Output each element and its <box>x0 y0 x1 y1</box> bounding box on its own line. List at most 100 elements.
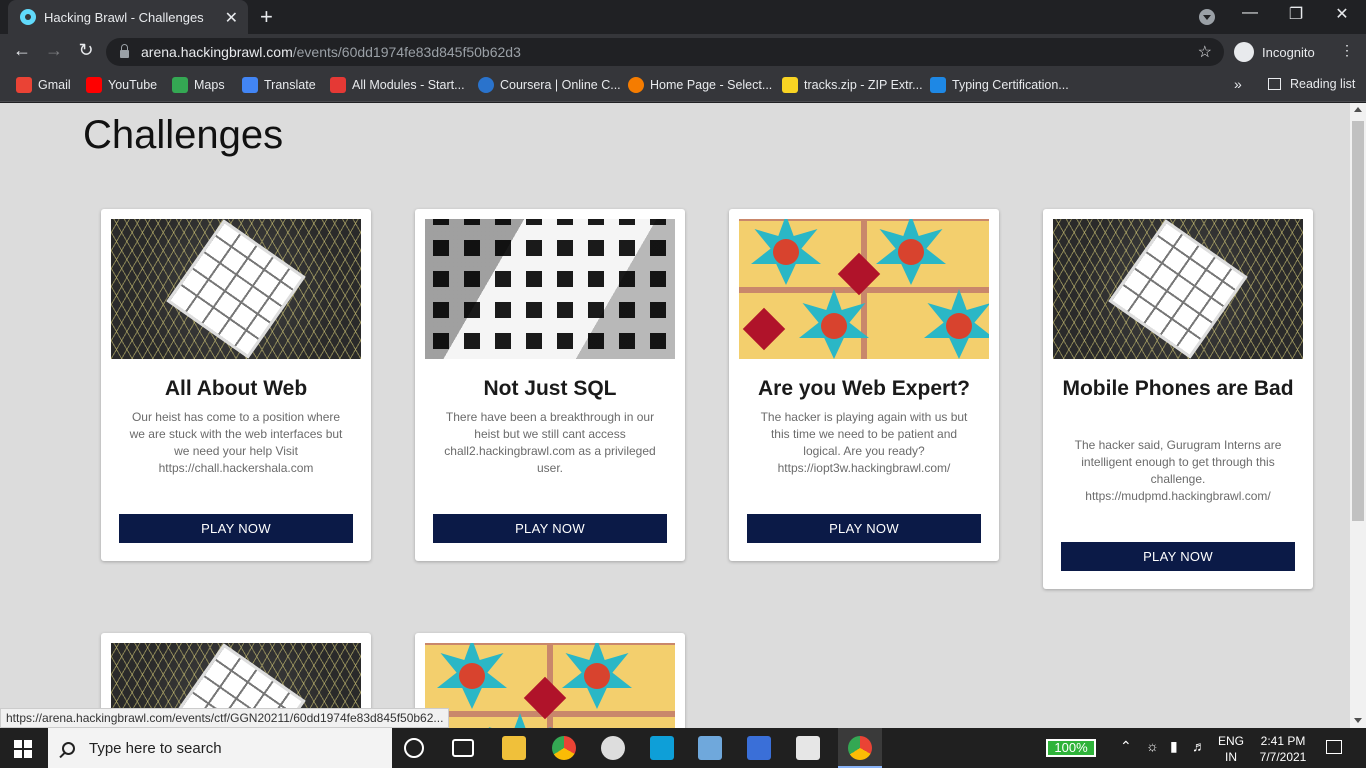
card-title: All About Web <box>164 377 308 400</box>
bookmark-tracks-zip[interactable]: tracks.zip - ZIP Extr... <box>782 77 923 93</box>
new-tab-button[interactable]: + <box>260 4 273 30</box>
bookmark-label: All Modules - Start... <box>352 78 465 92</box>
close-window-icon[interactable]: ✕ <box>1322 4 1362 24</box>
incognito-label: Incognito <box>1262 44 1315 60</box>
tab-search-icon[interactable] <box>1199 9 1215 25</box>
incognito-profile[interactable]: Incognito <box>1234 38 1315 66</box>
settings-gear-icon[interactable] <box>601 736 625 760</box>
play-now-button[interactable]: PLAY NOW <box>1061 542 1295 571</box>
forward-icon[interactable]: → <box>42 40 66 61</box>
translate-icon <box>242 77 258 93</box>
card-title: Not Just SQL <box>483 377 617 400</box>
url-path: /events/60dd1974fe83d845f50b62d3 <box>292 44 521 60</box>
file-explorer-icon[interactable] <box>502 736 526 760</box>
taskbar-search-input[interactable]: Type here to search <box>48 728 392 768</box>
chart-app-icon[interactable] <box>796 736 820 760</box>
zip-icon <box>782 77 798 93</box>
bookmark-label: tracks.zip - ZIP Extr... <box>804 78 923 92</box>
bookmark-all-modules[interactable]: All Modules - Start... <box>330 77 465 93</box>
windows-start-icon[interactable] <box>14 740 32 758</box>
bookmark-label: Typing Certification... <box>952 78 1069 92</box>
bookmark-coursera[interactable]: Coursera | Online C... <box>478 77 621 93</box>
reading-list-label: Reading list <box>1290 77 1356 91</box>
typing-icon <box>930 77 946 93</box>
battery-icon[interactable]: ▮ <box>1170 738 1178 755</box>
chrome-incognito-taskbar-item[interactable] <box>838 728 882 768</box>
bookmark-gmail[interactable]: Gmail <box>16 77 71 93</box>
reading-list-button[interactable]: Reading list <box>1268 77 1355 91</box>
more-bookmarks-icon[interactable]: » <box>1234 76 1242 92</box>
wifi-icon[interactable]: ☼ <box>1146 738 1159 754</box>
close-tab-icon[interactable]: ✕ <box>225 8 238 28</box>
play-now-button[interactable]: PLAY NOW <box>119 514 353 543</box>
reading-list-icon <box>1268 78 1281 90</box>
coursera-icon <box>478 77 494 93</box>
bookmark-label: YouTube <box>108 78 158 92</box>
bookmarks-bar: Gmail YouTube Maps Translate All Modules… <box>0 70 1366 102</box>
bookmark-star-icon[interactable]: ☆ <box>1198 42 1212 62</box>
search-placeholder: Type here to search <box>89 739 222 757</box>
notification-icon[interactable] <box>1326 740 1342 754</box>
challenge-card: All About Web Our heist has come to a po… <box>101 209 371 561</box>
browser-toolbar: ← → ↻ arena.hackingbrawl.com/events/60dd… <box>0 34 1366 70</box>
play-now-button[interactable]: PLAY NOW <box>433 514 667 543</box>
challenge-image <box>1053 219 1303 359</box>
tab-strip: Hacking Brawl - Challenges ✕ + — ❐ ✕ <box>0 0 1366 34</box>
url-host: arena.hackingbrawl.com <box>141 44 293 60</box>
input-language[interactable]: ENG IN <box>1216 733 1246 765</box>
bookmark-label: Coursera | Online C... <box>500 78 621 92</box>
minimize-icon[interactable]: — <box>1230 4 1270 22</box>
page-title: Challenges <box>83 113 284 157</box>
app-l-icon[interactable] <box>650 736 674 760</box>
bookmark-maps[interactable]: Maps <box>172 77 225 93</box>
incognito-icon <box>1234 42 1254 62</box>
show-hidden-icons[interactable]: ⌃ <box>1120 738 1132 755</box>
youtube-icon <box>86 77 102 93</box>
bookmark-typing[interactable]: Typing Certification... <box>930 77 1069 93</box>
chrome-icon[interactable] <box>552 736 576 760</box>
page-content: Challenges All About Web Our heist has c… <box>0 103 1350 728</box>
bookmark-label: Home Page - Select... <box>650 78 773 92</box>
modules-icon <box>330 77 346 93</box>
card-title: Are you Web Expert? <box>758 377 970 400</box>
home-page-icon <box>628 77 644 93</box>
link-status-bubble: https://arena.hackingbrawl.com/events/ct… <box>0 708 450 728</box>
card-title: Mobile Phones are Bad <box>1062 377 1294 400</box>
challenge-image <box>739 219 989 359</box>
card-description: The hacker is playing again with us but … <box>760 410 968 475</box>
battery-indicator[interactable]: 100% <box>1046 739 1096 757</box>
challenge-card: Are you Web Expert? The hacker is playin… <box>729 209 999 561</box>
scroll-up-icon[interactable] <box>1354 107 1362 112</box>
vertical-scrollbar[interactable] <box>1350 103 1366 728</box>
challenge-card: Mobile Phones are Bad The hacker said, G… <box>1043 209 1313 589</box>
card-description: Our heist has come to a position where w… <box>129 410 343 475</box>
search-icon <box>62 741 75 755</box>
scroll-down-icon[interactable] <box>1354 718 1362 723</box>
reload-icon[interactable]: ↻ <box>74 40 98 61</box>
card-description: There have been a breakthrough in our he… <box>444 410 656 475</box>
play-now-button[interactable]: PLAY NOW <box>747 514 981 543</box>
bookmark-home-page[interactable]: Home Page - Select... <box>628 77 772 93</box>
active-tab[interactable]: Hacking Brawl - Challenges ✕ <box>8 0 248 34</box>
region-code: IN <box>1225 750 1237 764</box>
cortana-icon[interactable] <box>404 738 424 758</box>
challenge-card: Not Just SQL There have been a breakthro… <box>415 209 685 561</box>
clock[interactable]: 2:41 PM 7/7/2021 <box>1252 733 1314 765</box>
bookmark-youtube[interactable]: YouTube <box>86 77 157 93</box>
scrollbar-thumb[interactable] <box>1352 121 1364 521</box>
app-window-icon[interactable] <box>747 736 771 760</box>
challenge-image <box>111 219 361 359</box>
address-bar[interactable]: arena.hackingbrawl.com/events/60dd1974fe… <box>106 38 1224 66</box>
more-menu-icon[interactable]: ⋮ <box>1340 42 1354 59</box>
remote-desktop-icon[interactable] <box>698 736 722 760</box>
restore-icon[interactable]: ❐ <box>1276 4 1316 24</box>
bookmark-label: Gmail <box>38 78 71 92</box>
tab-title: Hacking Brawl - Challenges <box>44 9 204 25</box>
bookmark-translate[interactable]: Translate <box>242 77 316 93</box>
task-view-icon[interactable] <box>452 739 474 757</box>
lock-icon[interactable] <box>120 44 129 58</box>
clock-time: 2:41 PM <box>1260 734 1306 748</box>
volume-icon[interactable]: ♬ <box>1192 738 1206 754</box>
bookmark-label: Translate <box>264 78 316 92</box>
back-icon[interactable]: ← <box>10 40 34 61</box>
